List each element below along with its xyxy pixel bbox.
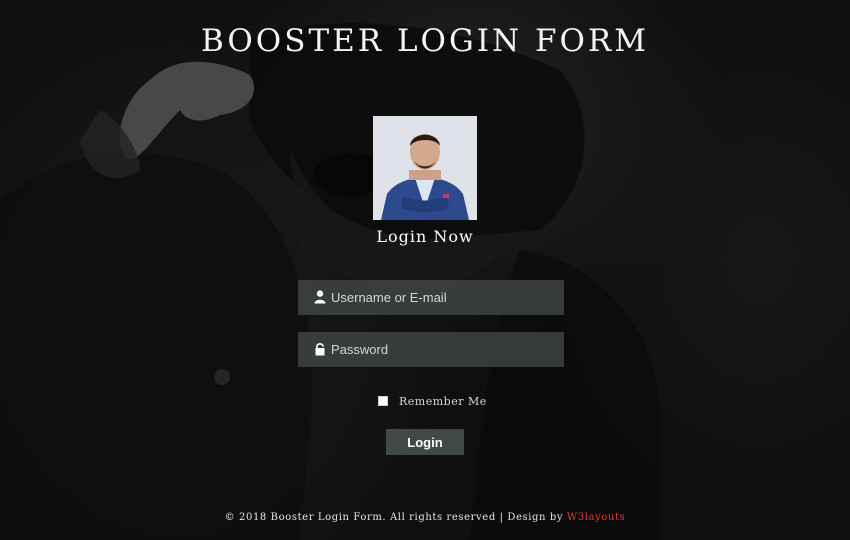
- avatar-image: [373, 116, 477, 220]
- username-input[interactable]: [331, 280, 556, 315]
- avatar: [373, 116, 477, 220]
- login-button[interactable]: Login: [386, 429, 464, 455]
- username-field[interactable]: [298, 280, 564, 315]
- password-input[interactable]: [331, 332, 556, 367]
- remember-me[interactable]: Remember Me: [378, 393, 487, 409]
- login-subtitle: Login Now: [376, 227, 474, 246]
- password-field[interactable]: [298, 332, 564, 367]
- background-photo: [0, 0, 850, 540]
- remember-label: Remember Me: [399, 394, 487, 408]
- footer-text: © 2018 Booster Login Form. All rights re…: [224, 512, 564, 523]
- lock-icon: [315, 343, 325, 356]
- footer-link[interactable]: W3layouts: [567, 512, 625, 523]
- background-overlay: [0, 0, 850, 540]
- page-title: BOOSTER LOGIN FORM: [201, 23, 649, 59]
- user-icon: [314, 290, 326, 304]
- footer: © 2018 Booster Login Form. All rights re…: [0, 512, 850, 523]
- remember-checkbox[interactable]: [378, 396, 388, 406]
